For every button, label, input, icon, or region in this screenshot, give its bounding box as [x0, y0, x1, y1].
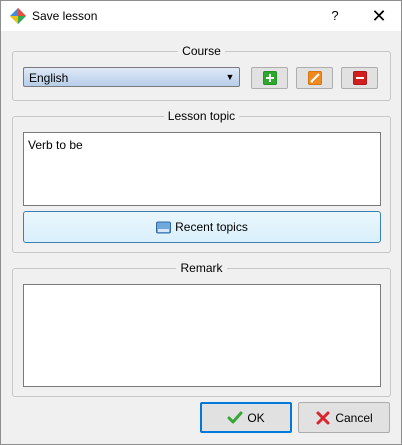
- dialog-body: Course English ▼ Lesson topic Verb to be…: [1, 31, 401, 444]
- course-group-title: Course: [178, 44, 225, 58]
- pencil-icon: [308, 71, 322, 85]
- check-icon: [227, 411, 243, 423]
- ok-button[interactable]: OK: [200, 402, 292, 433]
- ok-label: OK: [247, 410, 265, 425]
- help-button[interactable]: ?: [321, 1, 349, 31]
- course-group: Course English ▼: [12, 44, 391, 101]
- title-bar: Save lesson ? ✕: [1, 1, 401, 31]
- cancel-label: Cancel: [335, 410, 373, 425]
- course-dropdown[interactable]: English ▼: [23, 67, 240, 87]
- minus-icon: [353, 71, 367, 85]
- course-selected-value: English: [29, 71, 69, 85]
- recent-topics-label: Recent topics: [175, 220, 248, 234]
- close-button[interactable]: ✕: [361, 1, 397, 31]
- recent-topics-button[interactable]: Recent topics: [23, 211, 381, 243]
- plus-icon: [263, 71, 277, 85]
- lesson-topic-group-title: Lesson topic: [163, 109, 240, 123]
- remark-group: Remark: [12, 261, 391, 397]
- app-icon: [10, 8, 26, 24]
- drive-icon: [156, 221, 172, 233]
- cancel-x-icon: [316, 411, 330, 424]
- window-title: Save lesson: [32, 9, 98, 23]
- save-lesson-dialog: Save lesson ? ✕ Course English ▼ Lesson …: [0, 0, 402, 445]
- chevron-down-icon: ▼: [225, 72, 235, 82]
- add-course-button[interactable]: [251, 67, 288, 89]
- edit-course-button[interactable]: [296, 67, 333, 89]
- lesson-topic-group: Lesson topic Verb to be Recent topics: [12, 109, 391, 253]
- lesson-topic-input[interactable]: Verb to be: [23, 132, 381, 206]
- remark-input[interactable]: [23, 284, 381, 387]
- delete-course-button[interactable]: [341, 67, 378, 89]
- remark-group-title: Remark: [176, 261, 227, 275]
- cancel-button[interactable]: Cancel: [298, 402, 390, 433]
- lesson-topic-value: Verb to be: [28, 138, 83, 152]
